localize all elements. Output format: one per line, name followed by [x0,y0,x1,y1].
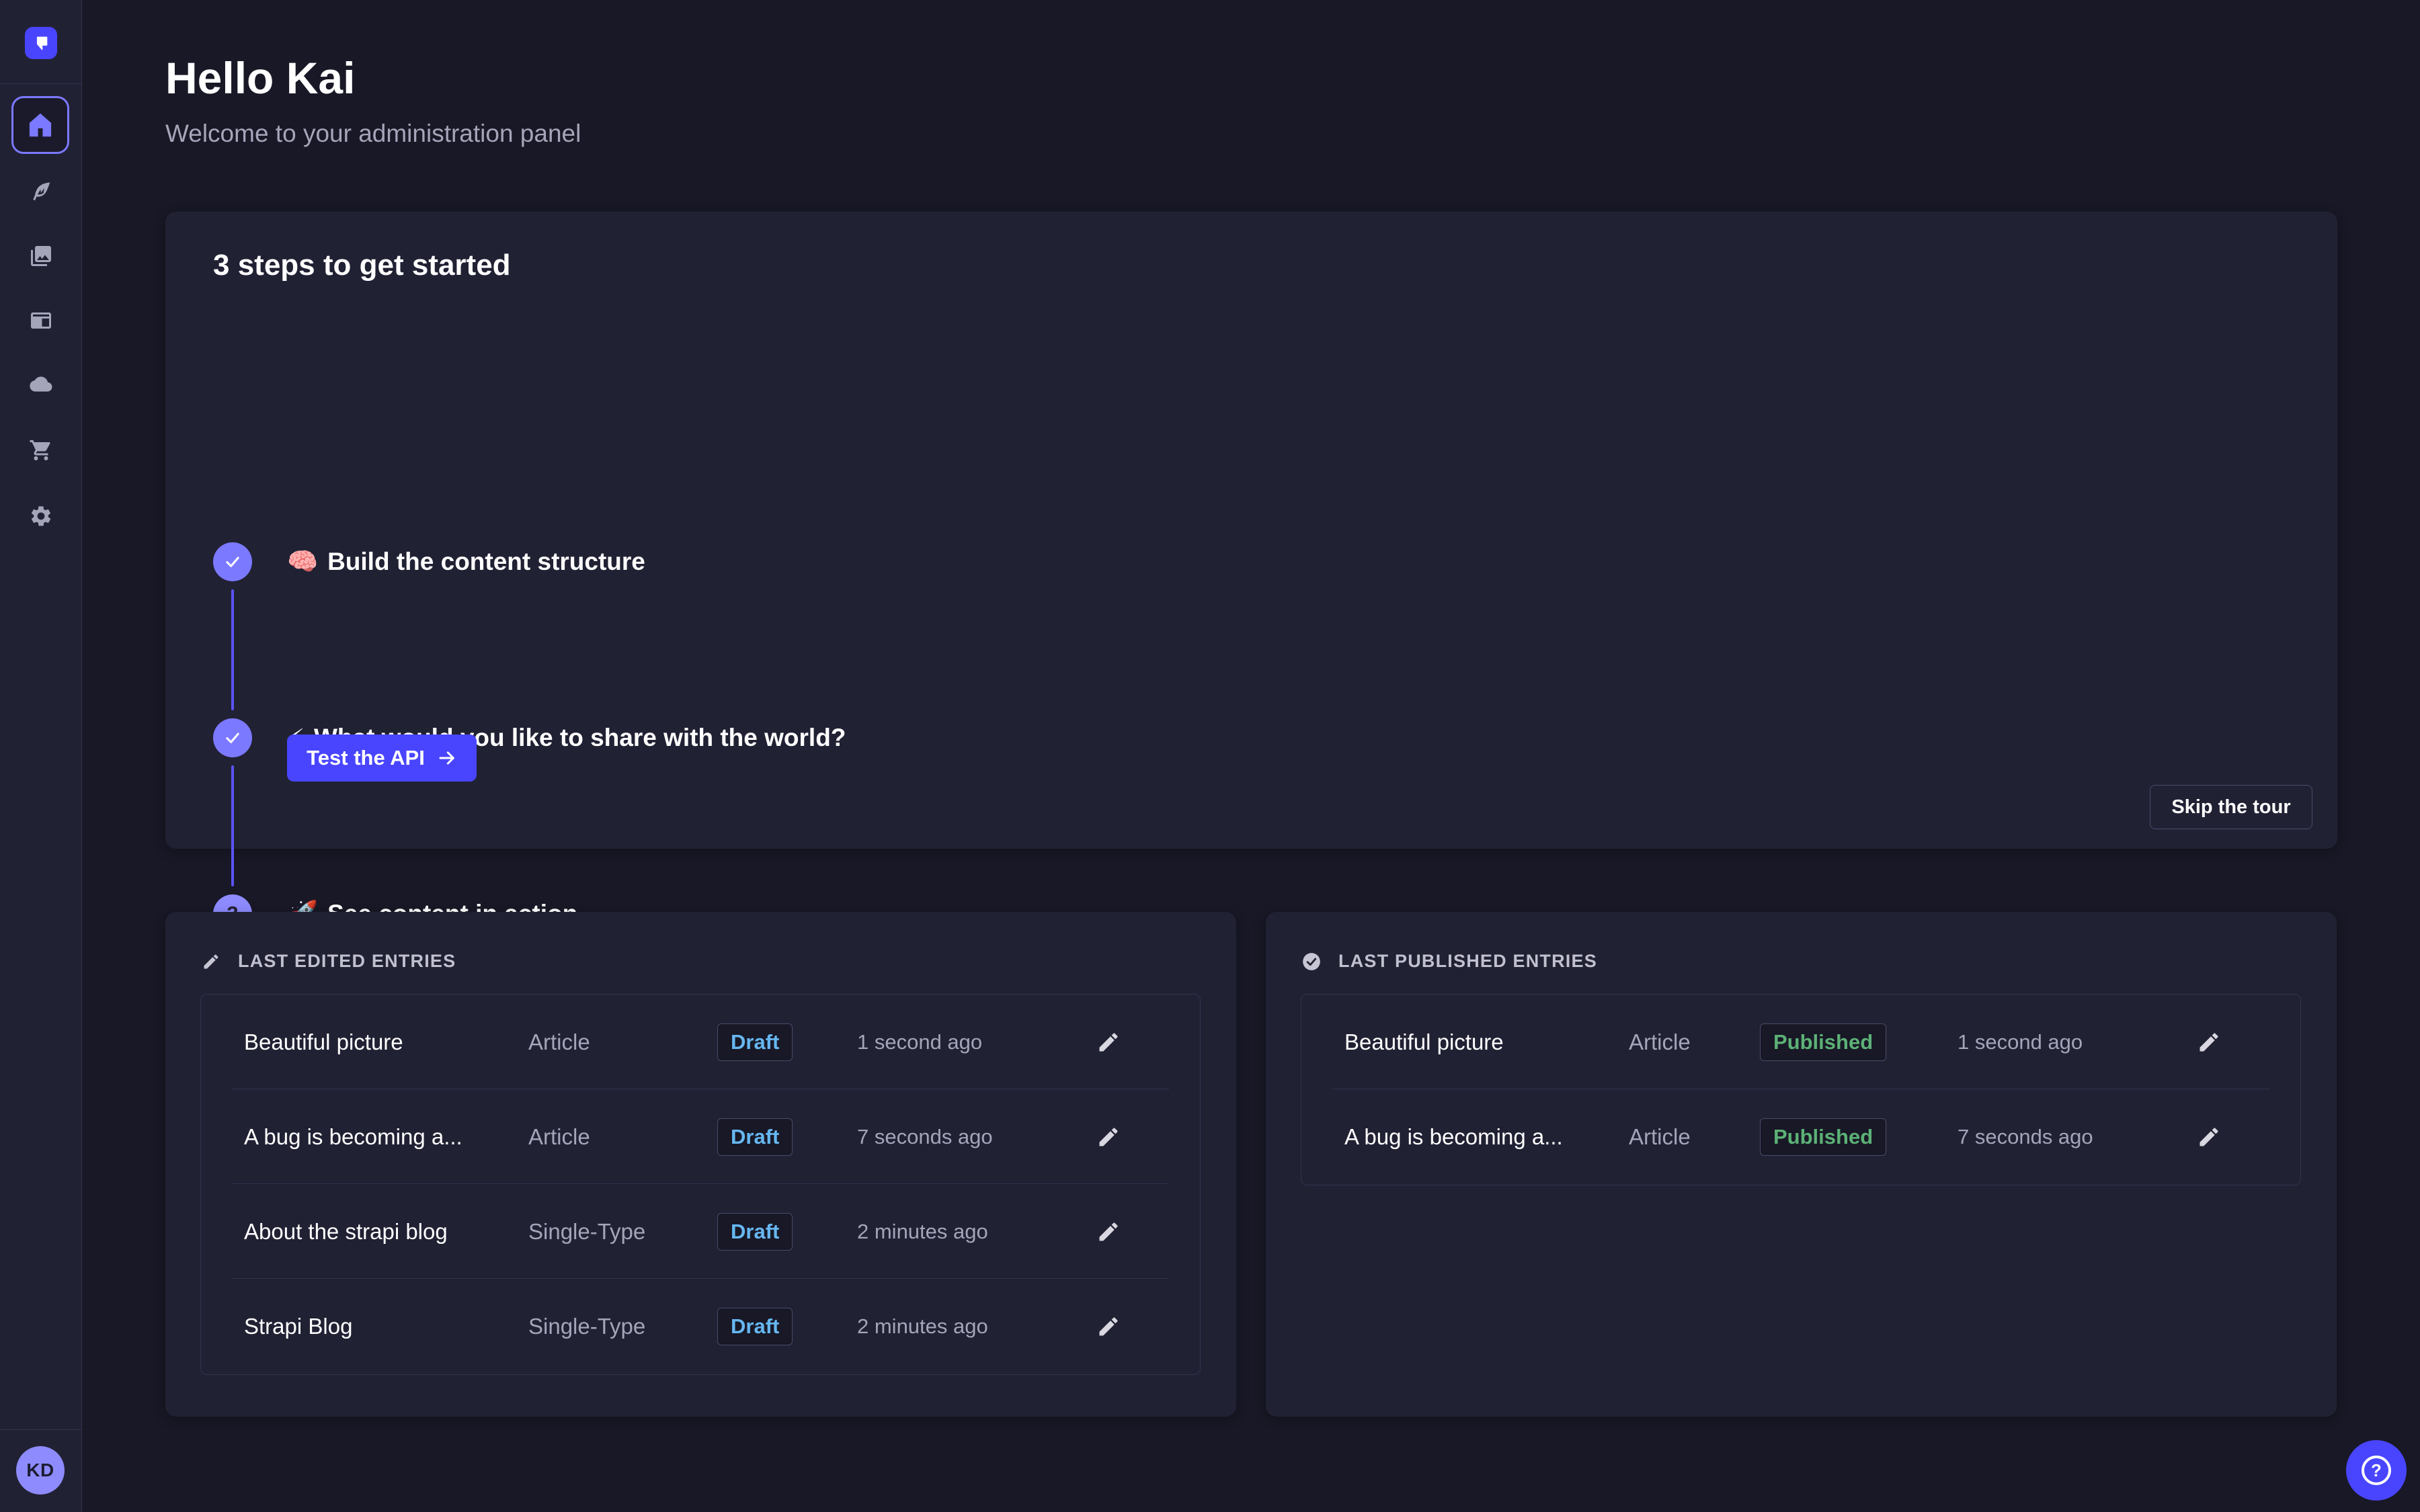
entry-title: About the strapi blog [244,1219,448,1245]
entry-title: A bug is becoming a... [1344,1124,1563,1150]
check-icon [223,552,242,571]
panel-title: LAST PUBLISHED ENTRIES [1338,951,1597,972]
feather-icon [29,179,53,204]
status-badge: Draft [717,1308,793,1345]
help-button[interactable]: ? [2346,1440,2407,1501]
table-row: Beautiful picture Article Draft 1 second… [201,995,1200,1089]
entry-type: Article [528,1124,590,1150]
entry-time: 7 seconds ago [857,1125,993,1149]
table-row: A bug is becoming a... Article Draft 7 s… [201,1089,1200,1184]
entry-type: Single-Type [528,1219,645,1245]
sidebar: KD [0,0,82,1512]
entries-table: Beautiful picture Article Draft 1 second… [200,994,1201,1375]
entries-table: Beautiful picture Article Published 1 se… [1301,994,2301,1185]
panel-title: LAST EDITED ENTRIES [238,951,456,972]
user-avatar[interactable]: KD [16,1446,65,1495]
home-icon [25,110,56,140]
step-connector [231,765,234,886]
brain-emoji-icon: 🧠 [287,548,318,577]
sidebar-item-deploy[interactable] [29,373,53,397]
strapi-admin-homepage: KD Hello Kai Welcome to your administrat… [0,0,2420,1512]
arrow-right-icon [437,748,457,768]
strapi-logo-icon[interactable] [25,27,57,59]
pencil-icon [202,952,220,971]
entry-time: 1 second ago [857,1030,982,1054]
skip-the-tour-button[interactable]: Skip the tour [2150,785,2312,829]
sidebar-item-content-manager[interactable] [29,179,53,204]
entry-type: Article [1629,1030,1691,1055]
sidebar-item-marketplace[interactable] [29,438,53,462]
check-icon [223,728,242,747]
entry-time: 2 minutes ago [857,1314,988,1339]
edit-entry-button[interactable] [1096,1125,1121,1149]
status-badge: Published [1760,1023,1886,1061]
page-title: Hello Kai [165,52,355,103]
cart-icon [29,438,53,462]
last-published-entries-panel: LAST PUBLISHED ENTRIES Beautiful picture… [1266,912,2337,1417]
table-row: Beautiful picture Article Published 1 se… [1301,995,2300,1089]
table-row: About the strapi blog Single-Type Draft … [201,1184,1200,1279]
sidebar-item-content-type-builder[interactable] [29,308,53,333]
edit-entry-button[interactable] [1096,1030,1121,1054]
edit-entry-button[interactable] [2197,1125,2221,1149]
edit-entry-button[interactable] [2197,1030,2221,1054]
avatar-initials: KD [26,1460,54,1481]
step-connector [231,589,234,710]
status-badge: Draft [717,1118,793,1156]
sidebar-divider-top [0,83,82,84]
entry-title: Beautiful picture [244,1030,403,1055]
entry-time: 1 second ago [1958,1030,2083,1054]
sidebar-item-settings[interactable] [29,504,53,528]
panel-header: LAST PUBLISHED ENTRIES [1302,951,1597,972]
entry-type: Article [528,1030,590,1055]
edit-entry-button[interactable] [1096,1314,1121,1339]
sidebar-item-home[interactable] [11,96,69,154]
step-1-label[interactable]: 🧠 Build the content structure [287,542,645,581]
media-library-icon [29,244,53,268]
cloud-icon [29,373,53,397]
entry-time: 7 seconds ago [1958,1125,2093,1149]
step-1-check-circle [213,542,252,581]
panel-header: LAST EDITED ENTRIES [202,951,456,972]
entry-type: Article [1629,1124,1691,1150]
guided-tour-card: 3 steps to get started 🧠 Build the conte… [165,212,2337,849]
last-edited-entries-panel: LAST EDITED ENTRIES Beautiful picture Ar… [165,912,1236,1417]
edit-entry-button[interactable] [1096,1220,1121,1244]
test-the-api-button[interactable]: Test the API [287,734,477,782]
step-2-check-circle [213,718,252,757]
entry-title: Beautiful picture [1344,1030,1504,1055]
status-badge: Draft [717,1023,793,1061]
gear-icon [29,504,53,528]
entry-time: 2 minutes ago [857,1220,988,1244]
status-badge: Published [1760,1118,1886,1156]
sidebar-item-media-library[interactable] [29,244,53,268]
check-circle-icon [1302,952,1321,971]
layout-icon [29,308,53,333]
question-mark-icon: ? [2362,1456,2391,1485]
entry-type: Single-Type [528,1314,645,1339]
table-row: Strapi Blog Single-Type Draft 2 minutes … [201,1279,1200,1374]
sidebar-divider-bottom [0,1429,82,1430]
entry-title: A bug is becoming a... [244,1124,462,1150]
status-badge: Draft [717,1213,793,1251]
entry-title: Strapi Blog [244,1314,352,1339]
page-subtitle: Welcome to your administration panel [165,120,581,148]
guided-tour-title: 3 steps to get started [213,249,511,282]
table-row: A bug is becoming a... Article Published… [1301,1089,2300,1184]
